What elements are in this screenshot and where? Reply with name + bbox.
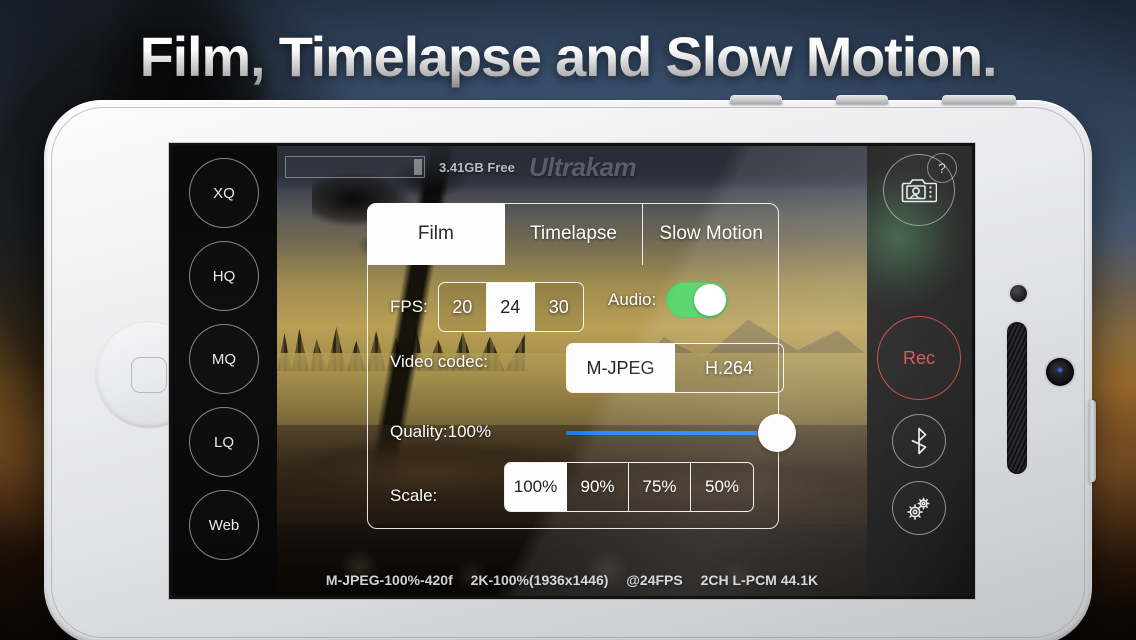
app-top-bar: 3.41GB Free Ultrakam ? <box>277 146 957 188</box>
quality-hq-label: HQ <box>212 267 236 285</box>
sidebar-item-xq[interactable]: XQ <box>189 158 259 228</box>
quality-slider-fill <box>566 431 778 435</box>
earpiece-speaker-grille <box>1007 322 1027 474</box>
audio-label: Audio: <box>608 290 657 309</box>
scale-option-100[interactable]: 100% <box>505 463 567 511</box>
status-fps-info: @24FPS <box>626 572 683 588</box>
tab-film-label: Film <box>417 223 454 244</box>
mode-tabs: Film Timelapse Slow Motion <box>366 202 780 265</box>
home-button-square-icon <box>131 357 167 393</box>
rear-camera-lens <box>1046 358 1074 386</box>
phone-screen: XQ HQ MQ LQ Web Rec 3.41GB Free Ultrakam… <box>172 146 972 596</box>
status-resolution-info: 2K-100%(1936x1446) <box>470 572 609 588</box>
record-button[interactable]: Rec <box>877 316 961 400</box>
fps-option-20[interactable]: 20 <box>438 283 487 331</box>
status-audio-info: 2CH L-PCM 44.1K <box>700 572 819 588</box>
codec-label: Video codec: <box>390 352 488 371</box>
quality-row: Quality:100% <box>390 414 796 452</box>
quality-label: Quality:100% <box>390 422 492 441</box>
codec-option-h264[interactable]: H.264 <box>675 344 783 392</box>
storage-free-text: 3.41GB Free <box>439 159 515 175</box>
bluetooth-button[interactable] <box>892 414 946 468</box>
bluetooth-icon <box>910 427 928 455</box>
quality-preset-rail: XQ HQ MQ LQ Web <box>172 146 277 596</box>
sidebar-item-hq[interactable]: HQ <box>189 241 259 311</box>
capture-status-bar: M-JPEG-100%-420f 2K-100%(1936x1446) @24F… <box>277 572 867 588</box>
power-button[interactable] <box>942 95 1016 104</box>
scale-option-50[interactable]: 50% <box>691 463 753 511</box>
audio-row: Audio: <box>608 282 729 318</box>
tab-slow-motion[interactable]: Slow Motion <box>643 203 780 265</box>
promo-headline: Film, Timelapse and Slow Motion. <box>0 24 1136 89</box>
audio-toggle[interactable] <box>666 282 729 318</box>
app-brand-logo: Ultrakam <box>528 151 637 182</box>
fps-option-24-label: 24 <box>500 296 521 317</box>
fps-option-30[interactable]: 30 <box>534 283 583 331</box>
fps-option-20-label: 20 <box>452 296 473 317</box>
sidebar-item-mq[interactable]: MQ <box>189 324 259 394</box>
quality-xq-label: XQ <box>213 184 235 202</box>
scale-row: Scale: 100% 90% 75% 50% <box>390 462 754 512</box>
capture-settings-panel: Film Timelapse Slow Motion FPS: 20 24 30… <box>366 202 796 529</box>
volume-down-button[interactable] <box>836 95 888 104</box>
storage-gauge <box>285 156 425 178</box>
tab-film[interactable]: Film <box>366 202 506 265</box>
audio-toggle-knob <box>694 284 727 316</box>
front-camera-lens <box>1010 285 1027 302</box>
scale-label: Scale: <box>390 486 438 505</box>
gears-icon <box>903 494 935 522</box>
quality-slider[interactable] <box>566 414 796 452</box>
tab-slow-motion-label: Slow Motion <box>659 222 763 244</box>
codec-row: Video codec: M-JPEG H.264 <box>390 343 784 393</box>
fps-row: FPS: 20 24 30 <box>390 282 584 332</box>
fps-label: FPS: <box>390 297 428 316</box>
fps-segmented-control[interactable]: 20 24 30 <box>437 282 584 332</box>
status-codec-info: M-JPEG-100%-420f <box>325 572 453 588</box>
quality-web-label: Web <box>208 516 240 534</box>
phone-device-frame: XQ HQ MQ LQ Web Rec 3.41GB Free Ultrakam… <box>44 95 1096 640</box>
scale-option-75-label: 75% <box>642 477 677 496</box>
fps-option-24[interactable]: 24 <box>486 283 535 331</box>
settings-button[interactable] <box>892 481 946 535</box>
volume-up-button[interactable] <box>730 95 782 104</box>
help-question-icon: ? <box>938 160 946 176</box>
tab-timelapse[interactable]: Timelapse <box>505 202 643 265</box>
codec-segmented-control[interactable]: M-JPEG H.264 <box>566 343 784 393</box>
quality-lq-label: LQ <box>213 433 234 451</box>
scale-segmented-control[interactable]: 100% 90% 75% 50% <box>504 462 754 512</box>
codec-option-mjpeg-label: M-JPEG <box>586 357 655 378</box>
codec-option-h264-label: H.264 <box>704 357 754 378</box>
scale-option-75[interactable]: 75% <box>629 463 691 511</box>
scale-option-100-label: 100% <box>513 477 558 496</box>
side-button[interactable] <box>1089 400 1096 482</box>
codec-option-mjpeg[interactable]: M-JPEG <box>567 344 675 392</box>
record-button-label: Rec <box>902 347 935 368</box>
scale-option-90[interactable]: 90% <box>567 463 629 511</box>
scale-option-90-label: 90% <box>580 477 615 496</box>
sidebar-item-lq[interactable]: LQ <box>189 407 259 477</box>
fps-option-30-label: 30 <box>548 296 569 317</box>
tab-timelapse-label: Timelapse <box>530 222 617 244</box>
scale-option-50-label: 50% <box>704 477 740 496</box>
quality-slider-knob[interactable] <box>758 414 796 452</box>
camera-controls-rail: Rec <box>867 146 972 596</box>
sidebar-item-web[interactable]: Web <box>189 490 259 560</box>
help-button[interactable]: ? <box>927 153 957 183</box>
quality-mq-label: MQ <box>211 350 237 368</box>
